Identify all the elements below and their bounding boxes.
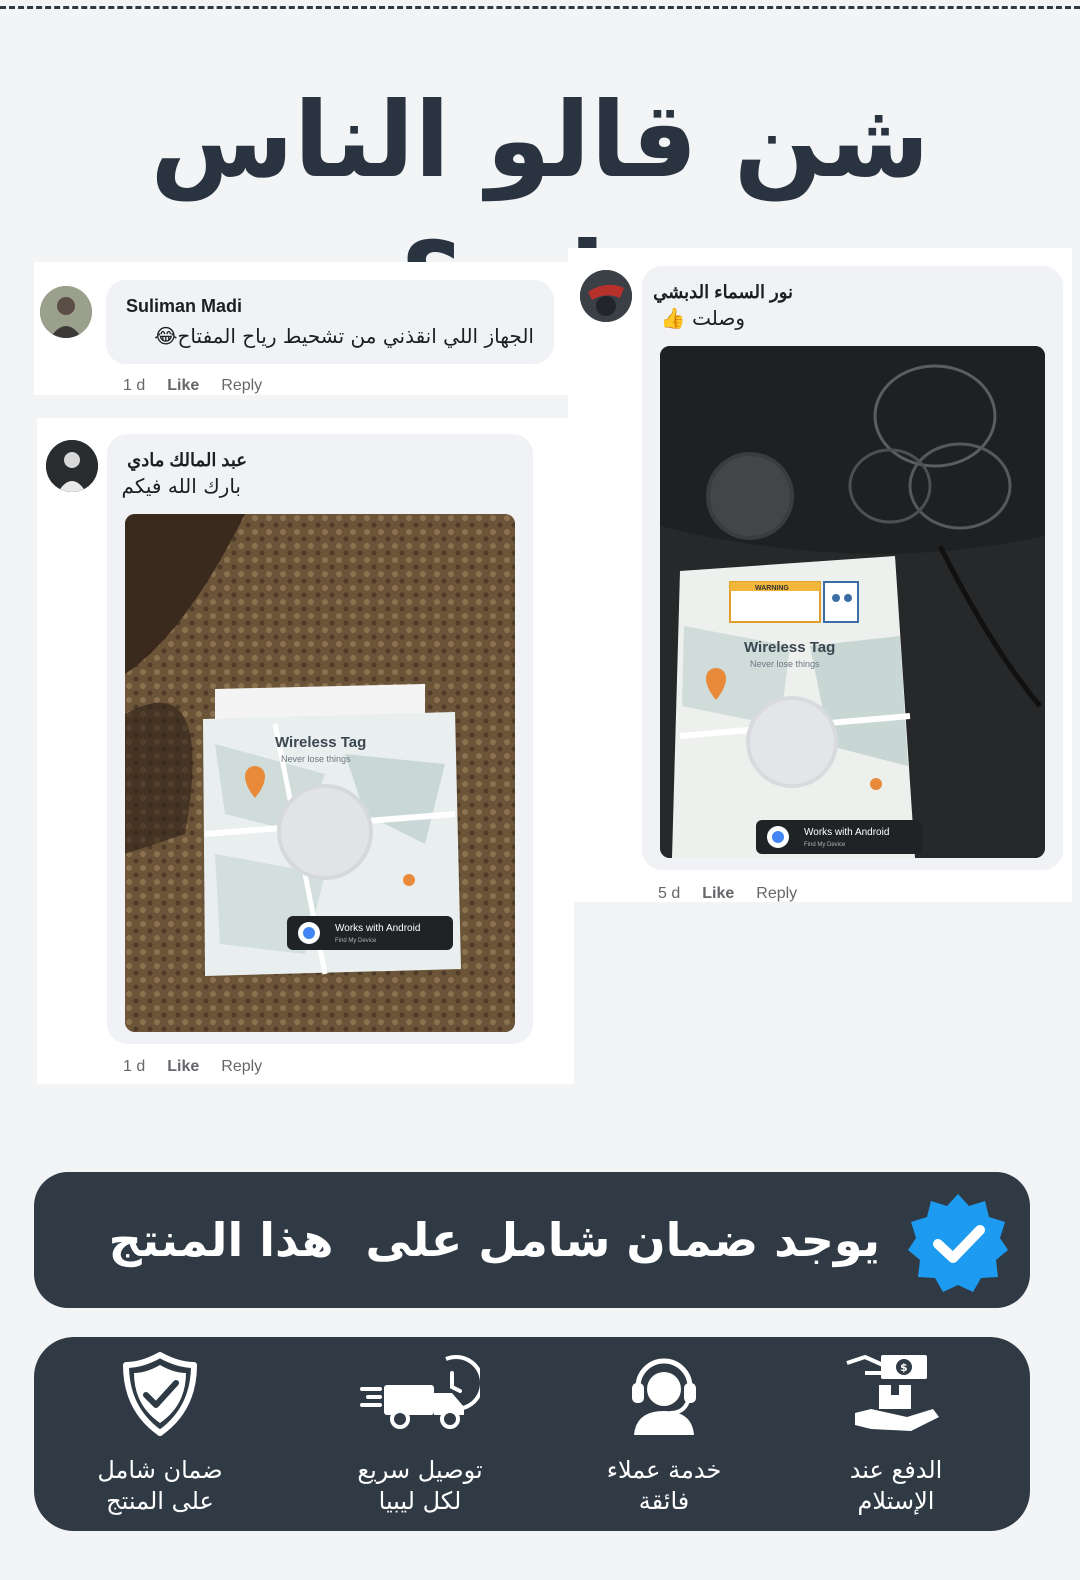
feature-item: $ الدفع عند الإستلام xyxy=(786,1351,1006,1521)
commenter-name[interactable]: عبد المالك مادي xyxy=(127,450,247,471)
box-badge: Works with Android xyxy=(804,827,889,838)
box-badge: Works with Android xyxy=(335,923,420,934)
comment-card: عبد المالك مادي بارك الله فيكم Wireless … xyxy=(37,418,574,1084)
comment-photo[interactable]: Wireless Tag Never lose things Works wit… xyxy=(125,514,515,1032)
comment-bubble: Suliman Madi الجهاز اللي انقذني من تشحيط… xyxy=(106,280,554,364)
feature-label: خدمة عملاء فائقة xyxy=(606,1456,722,1515)
feature-label: ضمان شامل على المنتج xyxy=(97,1456,223,1515)
box-badge-sub: Find My Device xyxy=(804,842,846,848)
comment-text: الجهاز اللي انقذني من تشحيط رياح المفتاح… xyxy=(154,324,534,348)
avatar[interactable] xyxy=(40,286,92,338)
avatar[interactable] xyxy=(580,270,632,322)
reply-link[interactable]: Reply xyxy=(221,377,262,394)
commenter-name[interactable]: نور السماء الدبشي xyxy=(653,282,793,303)
comment-time: 1 d xyxy=(123,377,146,394)
box-title: Wireless Tag xyxy=(744,639,835,656)
features-bar: ضمان شامل على المنتج توصيل سريع لكل ليبي… xyxy=(34,1337,1030,1531)
product-photo-wireless-tag: Wireless Tag Never lose things Works wit… xyxy=(125,514,515,1032)
warranty-text: يوجد ضمان شامل على هذا المنتج xyxy=(108,1213,880,1267)
like-link[interactable]: Like xyxy=(167,377,199,394)
box-subtitle: Never lose things xyxy=(281,754,351,764)
avatar[interactable] xyxy=(46,440,98,492)
cash-on-delivery-icon: $ xyxy=(846,1355,939,1431)
comment-photo[interactable]: WARNING Wireless Tag Never lose things W… xyxy=(660,346,1045,858)
box-subtitle: Never lose things xyxy=(750,659,820,669)
shield-check-icon xyxy=(123,1352,197,1436)
customer-support-icon xyxy=(632,1358,696,1435)
comment-card: Suliman Madi الجهاز اللي انقذني من تشحيط… xyxy=(34,262,568,395)
feature-label: الدفع عند الإستلام xyxy=(849,1456,943,1515)
reply-link[interactable]: Reply xyxy=(221,1058,262,1075)
feature-label: توصيل سريع لكل ليبيا xyxy=(357,1456,483,1515)
comment-text: بارك الله فيكم xyxy=(121,474,241,498)
feature-item: توصيل سريع لكل ليبيا xyxy=(310,1351,530,1521)
feature-item: ضمان شامل على المنتج xyxy=(50,1351,270,1521)
box-badge-sub: Find My Device xyxy=(335,938,377,944)
box-title: Wireless Tag xyxy=(275,734,366,751)
comment-actions: 1 d Like Reply xyxy=(123,1058,262,1076)
like-link[interactable]: Like xyxy=(702,885,734,902)
delivery-truck-icon xyxy=(360,1355,480,1429)
comment-time: 1 d xyxy=(123,1058,146,1075)
comment-text: وصلت 👍 xyxy=(660,306,745,330)
verified-check-icon xyxy=(908,1194,1008,1292)
comment-bubble: نور السماء الدبشي وصلت 👍 WARNING Wireles… xyxy=(642,266,1063,870)
comment-actions: 5 d Like Reply xyxy=(658,885,797,903)
comment-time: 5 d xyxy=(658,885,681,902)
svg-text:$: $ xyxy=(900,1361,908,1374)
comment-bubble: عبد المالك مادي بارك الله فيكم Wireless … xyxy=(107,434,533,1044)
dashed-divider xyxy=(0,6,1080,9)
product-photo-wireless-tag: WARNING Wireless Tag Never lose things W… xyxy=(660,346,1045,858)
comment-actions: 1 d Like Reply xyxy=(123,377,262,395)
warranty-banner: يوجد ضمان شامل على هذا المنتج xyxy=(34,1172,1030,1308)
commenter-name[interactable]: Suliman Madi xyxy=(126,296,242,317)
box-warning: WARNING xyxy=(755,585,789,592)
like-link[interactable]: Like xyxy=(167,1058,199,1075)
feature-item: خدمة عملاء فائقة xyxy=(554,1351,774,1521)
reply-link[interactable]: Reply xyxy=(756,885,797,902)
comment-card: نور السماء الدبشي وصلت 👍 WARNING Wireles… xyxy=(568,248,1072,902)
